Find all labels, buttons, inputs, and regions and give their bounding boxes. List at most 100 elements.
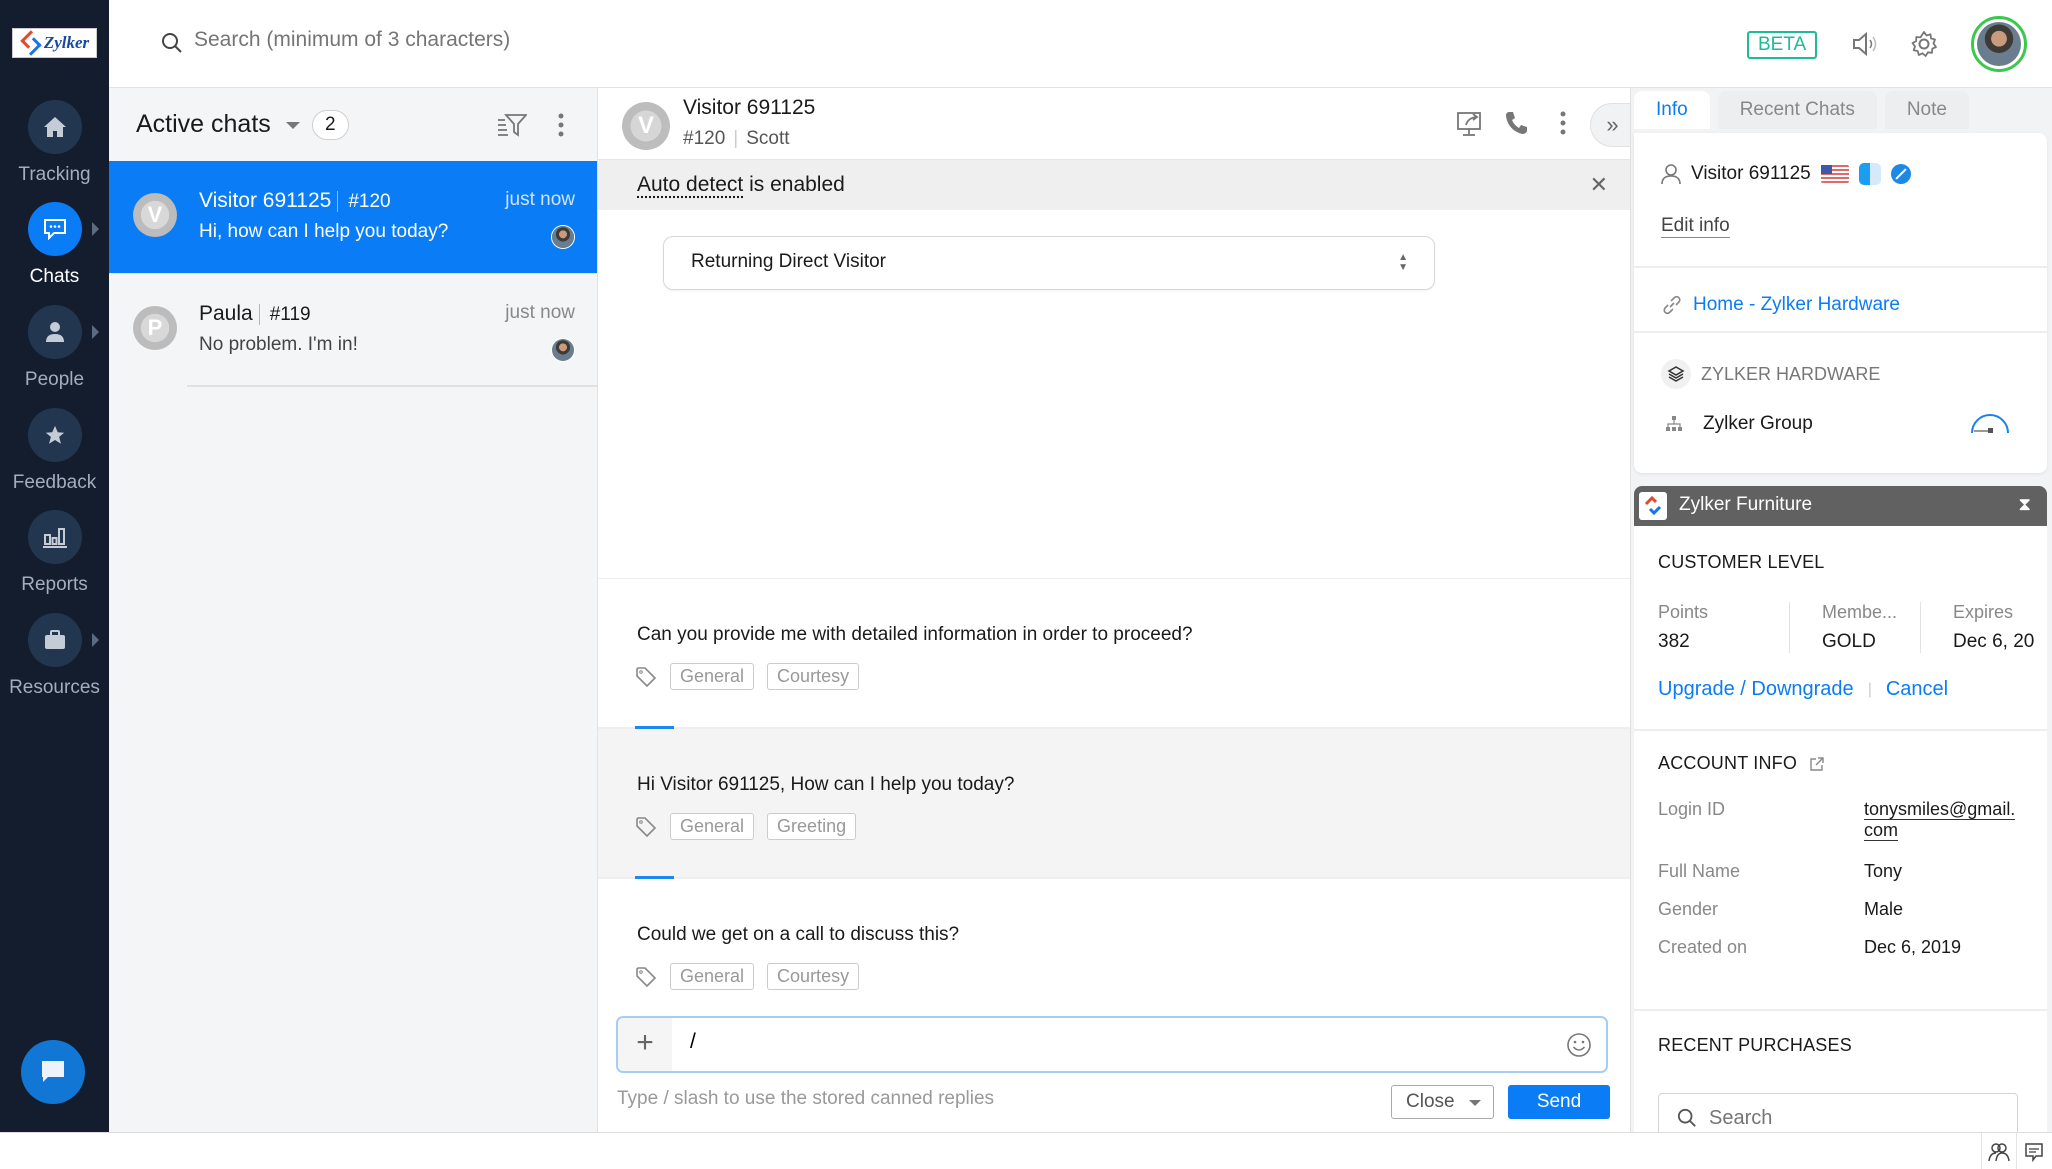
- canned-reply-item[interactable]: Can you provide me with detailed informa…: [598, 579, 1630, 729]
- chat-list-item[interactable]: V Visitor 691125 #120 just now Hi, how ca…: [109, 161, 597, 274]
- chat-list-title[interactable]: Active chats: [136, 110, 271, 139]
- close-icon[interactable]: ✕: [1590, 172, 1608, 198]
- beta-badge: BETA: [1747, 31, 1818, 59]
- brand-name: ZYLKER HARDWARE: [1701, 363, 1881, 384]
- login-id-link[interactable]: tonysmiles@gmail.com: [1864, 799, 2016, 841]
- canned-reply-item[interactable]: Could we get on a call to discuss this? …: [598, 879, 1630, 1029]
- chat-bubble-icon: [43, 219, 66, 240]
- chat-id: #119: [258, 304, 311, 325]
- tag-icon: [636, 666, 657, 687]
- tag-icon: [636, 816, 657, 837]
- canned-reply-item[interactable]: Hi Visitor 691125, How can I help you to…: [598, 729, 1630, 879]
- rail-item-people[interactable]: People: [0, 305, 109, 391]
- stat-expires: Expires Dec 6, 20: [1920, 602, 2051, 653]
- people-icon: [1987, 1142, 2010, 1161]
- upgrade-downgrade-link[interactable]: Upgrade / Downgrade: [1658, 678, 1854, 701]
- chat-list-item[interactable]: P Paula #119 just now No problem. I'm in!: [109, 274, 597, 387]
- attach-plus-button[interactable]: +: [618, 1018, 672, 1071]
- notice-text: is enabled: [743, 173, 845, 196]
- rail-item-reports[interactable]: Reports: [0, 510, 109, 596]
- gear-icon[interactable]: [1909, 29, 1939, 59]
- assigned-agent-avatar: [551, 338, 575, 362]
- tab-recent-chats[interactable]: Recent Chats: [1717, 91, 1877, 129]
- divider: |: [733, 128, 739, 149]
- visitor-avatar: V: [622, 102, 670, 150]
- tag-icon: [636, 966, 657, 987]
- rail-item-chats[interactable]: Chats: [0, 202, 109, 288]
- brand-name: Zylker: [43, 33, 90, 52]
- speaker-icon[interactable]: [1851, 30, 1881, 58]
- messages-button[interactable]: [2016, 1133, 2050, 1169]
- composer-hint: Type / slash to use the stored canned re…: [617, 1088, 995, 1109]
- briefcase-icon: [44, 630, 65, 649]
- message-icon: [42, 1061, 64, 1082]
- visitor-type-select[interactable]: Returning Direct Visitor ▲ ▼: [663, 236, 1435, 290]
- department-icon: [1666, 416, 1682, 431]
- rail-label: Resources: [9, 677, 100, 698]
- filter-icon[interactable]: [497, 112, 527, 138]
- canned-replies-list: Can you provide me with detailed informa…: [598, 578, 1630, 1029]
- phone-icon[interactable]: [1504, 110, 1530, 136]
- screen-share-icon[interactable]: [1456, 110, 1484, 138]
- chevron-down-icon[interactable]: [286, 122, 300, 129]
- chat-id: #120: [683, 128, 726, 149]
- star-icon: [45, 425, 64, 444]
- department-name: Zylker Group: [1703, 413, 1813, 434]
- conversation-header: V Visitor 691125 #120 | Scott »: [598, 88, 1634, 160]
- rail-label: Tracking: [18, 164, 91, 185]
- chat-widget-button[interactable]: [21, 1040, 85, 1104]
- visitor-name: Visitor 691125: [199, 189, 332, 212]
- more-options-icon[interactable]: [1559, 110, 1567, 136]
- visitors-button[interactable]: [1981, 1133, 2015, 1169]
- macos-finder-icon: [1858, 163, 1881, 185]
- external-link-icon[interactable]: [1809, 756, 1825, 772]
- chat-time: just now: [505, 302, 575, 323]
- visited-page-link[interactable]: Home - Zylker Hardware: [1693, 294, 1900, 316]
- agent-photo: [1977, 22, 2021, 66]
- widget-header: Zylker Furniture ⧗: [1634, 486, 2047, 526]
- customer-level-label: CUSTOMER LEVEL: [1658, 552, 1825, 572]
- global-search-input[interactable]: [194, 28, 694, 52]
- auto-detect-link[interactable]: Auto detect: [637, 173, 743, 196]
- zylker-logo-icon: [1639, 492, 1667, 520]
- expand-arrow-icon[interactable]: [92, 325, 99, 339]
- account-row-gender: Gender Male: [1658, 899, 1904, 919]
- chat-list-header: Active chats 2: [109, 88, 597, 161]
- rail-label: Feedback: [12, 472, 97, 493]
- zylker-logo-icon: [20, 33, 40, 53]
- home-icon: [43, 117, 66, 137]
- gauge-icon: [1971, 414, 2009, 434]
- expand-panel-button[interactable]: »: [1590, 103, 1634, 147]
- expand-arrow-icon[interactable]: [92, 633, 99, 647]
- search-icon: [162, 33, 182, 53]
- expand-arrow-icon[interactable]: [92, 222, 99, 236]
- emoji-icon[interactable]: [1566, 1032, 1592, 1058]
- account-row-created: Created on Dec 6, 2019: [1658, 937, 1962, 957]
- recent-purchases-label: RECENT PURCHASES: [1658, 1035, 1852, 1055]
- tab-info[interactable]: Info: [1634, 91, 1710, 129]
- message-input[interactable]: [690, 1030, 1540, 1054]
- rail-item-resources[interactable]: Resources: [0, 613, 109, 699]
- chat-time: just now: [505, 189, 575, 210]
- brand-logo[interactable]: Zylker: [12, 28, 97, 58]
- more-options-icon[interactable]: [557, 112, 565, 138]
- person-icon: [45, 322, 64, 342]
- last-message: Hi, how can I help you today?: [199, 221, 449, 242]
- rail-item-tracking[interactable]: Tracking: [0, 100, 109, 186]
- visitor-name: Visitor 691125: [683, 96, 816, 119]
- send-button[interactable]: Send: [1508, 1085, 1610, 1119]
- edit-info-link[interactable]: Edit info: [1661, 215, 1730, 238]
- visitor-info-card: Visitor 691125 Edit info Home - Zylker H…: [1634, 133, 2047, 473]
- purchases-search-input[interactable]: [1709, 1106, 1989, 1130]
- cancel-membership-link[interactable]: Cancel: [1886, 678, 1948, 701]
- close-chat-dropdown[interactable]: Close: [1391, 1085, 1494, 1119]
- agent-avatar[interactable]: [1971, 16, 2027, 72]
- collapse-icon[interactable]: ⧗: [2018, 494, 2031, 515]
- chat-count-badge: 2: [312, 110, 349, 140]
- widget-title: Zylker Furniture: [1679, 494, 1813, 515]
- bottom-status-bar: [0, 1132, 2052, 1169]
- tab-note[interactable]: Note: [1884, 91, 1969, 129]
- rail-item-feedback[interactable]: Feedback: [0, 408, 109, 494]
- layers-icon: [1667, 366, 1685, 382]
- zylker-furniture-widget: Zylker Furniture ⧗ CUSTOMER LEVEL Points…: [1634, 486, 2047, 1132]
